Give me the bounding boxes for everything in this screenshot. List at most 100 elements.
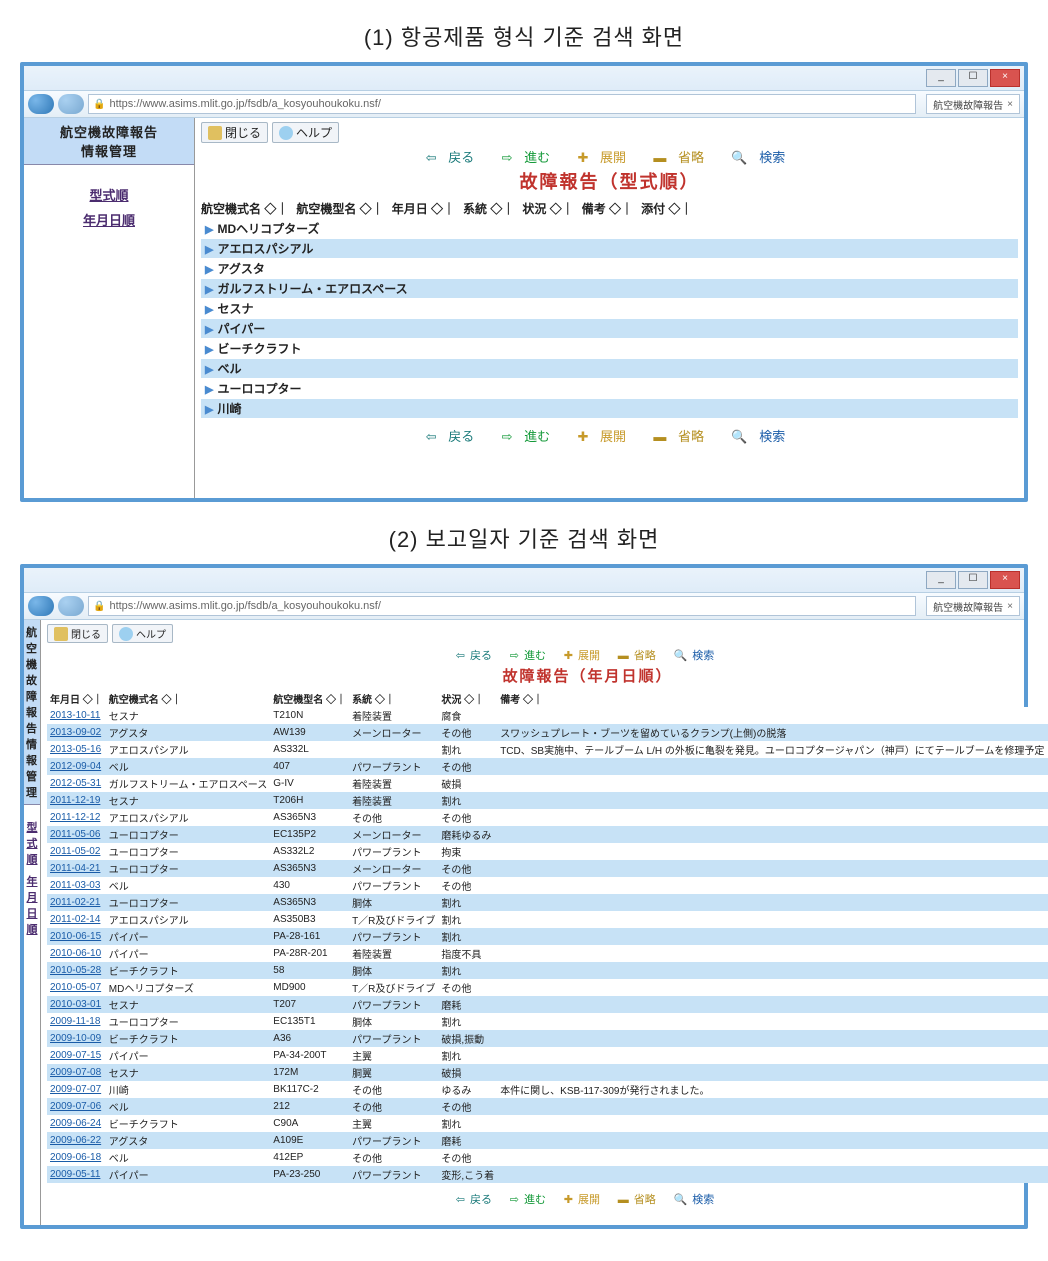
date-cell[interactable]: 2010-05-28: [47, 962, 106, 979]
manufacturer-row[interactable]: ▶MDヘリコプターズ: [201, 219, 1018, 238]
date-link[interactable]: 2011-12-12: [50, 812, 100, 823]
address-bar-2[interactable]: 🔒 https://www.asims.mlit.go.jp/fsdb/a_ko…: [88, 596, 916, 616]
manufacturer-row[interactable]: ▶ユーロコプター: [201, 379, 1018, 398]
nav-forward-bottom-2[interactable]: ⇨進む: [510, 1194, 551, 1206]
window-max-button[interactable]: ☐: [958, 69, 988, 87]
sidebar-link-type-2[interactable]: 型式順: [24, 819, 40, 867]
date-link[interactable]: 2010-05-28: [50, 965, 101, 976]
date-link[interactable]: 2009-07-15: [50, 1050, 101, 1061]
date-cell[interactable]: 2009-07-08: [47, 1064, 106, 1081]
date-link[interactable]: 2013-05-16: [50, 744, 101, 755]
date-link[interactable]: 2011-12-19: [50, 795, 100, 806]
date-link[interactable]: 2009-06-24: [50, 1118, 101, 1129]
column-header[interactable]: 年月日 ◇｜: [392, 200, 455, 217]
date-cell[interactable]: 2009-06-22: [47, 1132, 106, 1149]
date-link[interactable]: 2011-02-14: [50, 914, 100, 925]
nav-back-2[interactable]: ⇦戻る: [456, 650, 497, 662]
date-cell[interactable]: 2010-06-15: [47, 928, 106, 945]
date-link[interactable]: 2011-04-21: [50, 863, 100, 874]
date-cell[interactable]: 2009-05-11: [47, 1166, 106, 1183]
date-cell[interactable]: 2009-10-09: [47, 1030, 106, 1047]
nav-collapse-2[interactable]: ▬省略: [618, 650, 661, 662]
table-column-header[interactable]: 系統 ◇｜: [349, 690, 438, 707]
nav-search-bottom[interactable]: 🔍 検索: [731, 429, 793, 444]
nav-collapse-bottom[interactable]: ▬ 省略: [653, 429, 712, 444]
window-close-button-2[interactable]: ×: [990, 571, 1020, 589]
date-link[interactable]: 2009-07-06: [50, 1101, 101, 1112]
window-max-button-2[interactable]: ☐: [958, 571, 988, 589]
date-cell[interactable]: 2013-05-16: [47, 741, 106, 758]
date-link[interactable]: 2011-05-06: [50, 829, 100, 840]
column-header[interactable]: 系統 ◇｜: [463, 200, 514, 217]
date-link[interactable]: 2011-05-02: [50, 846, 100, 857]
close-button-2[interactable]: 閉じる: [47, 624, 108, 643]
manufacturer-row[interactable]: ▶川崎: [201, 399, 1018, 418]
browser-forward-button[interactable]: [58, 94, 84, 114]
date-cell[interactable]: 2012-05-31: [47, 775, 106, 792]
sidebar-link-type[interactable]: 型式順: [24, 185, 194, 204]
date-cell[interactable]: 2010-06-10: [47, 945, 106, 962]
date-link[interactable]: 2012-05-31: [50, 778, 101, 789]
date-cell[interactable]: 2009-07-06: [47, 1098, 106, 1115]
date-cell[interactable]: 2012-09-04: [47, 758, 106, 775]
tab-close-icon[interactable]: ×: [1007, 99, 1013, 110]
column-header[interactable]: 備考 ◇｜: [582, 200, 633, 217]
address-bar[interactable]: 🔒 https://www.asims.mlit.go.jp/fsdb/a_ko…: [88, 94, 916, 114]
date-link[interactable]: 2009-06-18: [50, 1152, 101, 1163]
table-column-header[interactable]: 備考 ◇｜: [497, 690, 1048, 707]
manufacturer-row[interactable]: ▶ビーチクラフト: [201, 339, 1018, 358]
date-link[interactable]: 2009-10-09: [50, 1033, 101, 1044]
nav-search-bottom-2[interactable]: 🔍検索: [674, 1194, 720, 1206]
date-link[interactable]: 2009-05-11: [50, 1169, 100, 1180]
help-button[interactable]: ヘルプ: [272, 122, 339, 143]
nav-expand-bottom[interactable]: ✚ 展開: [578, 429, 635, 444]
nav-search-2[interactable]: 🔍検索: [674, 650, 720, 662]
table-column-header[interactable]: 航空機式名 ◇｜: [106, 690, 271, 707]
date-cell[interactable]: 2011-12-19: [47, 792, 106, 809]
manufacturer-row[interactable]: ▶セスナ: [201, 299, 1018, 318]
date-link[interactable]: 2010-06-10: [50, 948, 101, 959]
date-link[interactable]: 2012-09-04: [50, 761, 101, 772]
date-cell[interactable]: 2011-12-12: [47, 809, 106, 826]
column-header[interactable]: 状況 ◇｜: [522, 200, 573, 217]
manufacturer-row[interactable]: ▶パイパー: [201, 319, 1018, 338]
nav-collapse[interactable]: ▬ 省略: [653, 150, 712, 165]
browser-forward-button-2[interactable]: [58, 596, 84, 616]
date-link[interactable]: 2013-09-02: [50, 727, 101, 738]
date-cell[interactable]: 2009-07-15: [47, 1047, 106, 1064]
date-link[interactable]: 2010-06-15: [50, 931, 101, 942]
date-cell[interactable]: 2011-04-21: [47, 860, 106, 877]
date-cell[interactable]: 2009-07-07: [47, 1081, 106, 1098]
date-cell[interactable]: 2011-02-14: [47, 911, 106, 928]
table-column-header[interactable]: 年月日 ◇｜: [47, 690, 106, 707]
nav-expand-bottom-2[interactable]: ✚展開: [564, 1194, 605, 1206]
manufacturer-row[interactable]: ▶アグスタ: [201, 259, 1018, 278]
window-min-button[interactable]: _: [926, 69, 956, 87]
date-cell[interactable]: 2013-10-11: [47, 707, 106, 724]
date-cell[interactable]: 2011-03-03: [47, 877, 106, 894]
date-cell[interactable]: 2009-11-18: [47, 1013, 106, 1030]
nav-forward[interactable]: ⇨ 進む: [502, 150, 559, 165]
manufacturer-row[interactable]: ▶ベル: [201, 359, 1018, 378]
date-cell[interactable]: 2011-02-21: [47, 894, 106, 911]
manufacturer-row[interactable]: ▶アエロスパシアル: [201, 239, 1018, 258]
date-cell[interactable]: 2010-03-01: [47, 996, 106, 1013]
window-close-button[interactable]: ×: [990, 69, 1020, 87]
date-link[interactable]: 2010-03-01: [50, 999, 101, 1010]
date-link[interactable]: 2010-05-07: [50, 982, 101, 993]
help-button-2[interactable]: ヘルプ: [112, 624, 173, 643]
close-button[interactable]: 閉じる: [201, 122, 268, 143]
nav-back[interactable]: ⇦ 戻る: [426, 150, 483, 165]
date-cell[interactable]: 2010-05-07: [47, 979, 106, 996]
table-column-header[interactable]: 航空機型名 ◇｜: [270, 690, 349, 707]
nav-expand-2[interactable]: ✚展開: [564, 650, 605, 662]
nav-forward-bottom[interactable]: ⇨ 進む: [502, 429, 559, 444]
browser-back-button[interactable]: [28, 94, 54, 114]
nav-search[interactable]: 🔍 検索: [731, 150, 793, 165]
sidebar-link-date[interactable]: 年月日順: [24, 210, 194, 229]
date-link[interactable]: 2011-03-03: [50, 880, 100, 891]
date-cell[interactable]: 2011-05-06: [47, 826, 106, 843]
nav-back-bottom-2[interactable]: ⇦戻る: [456, 1194, 497, 1206]
nav-collapse-bottom-2[interactable]: ▬省略: [618, 1194, 661, 1206]
nav-back-bottom[interactable]: ⇦ 戻る: [426, 429, 483, 444]
